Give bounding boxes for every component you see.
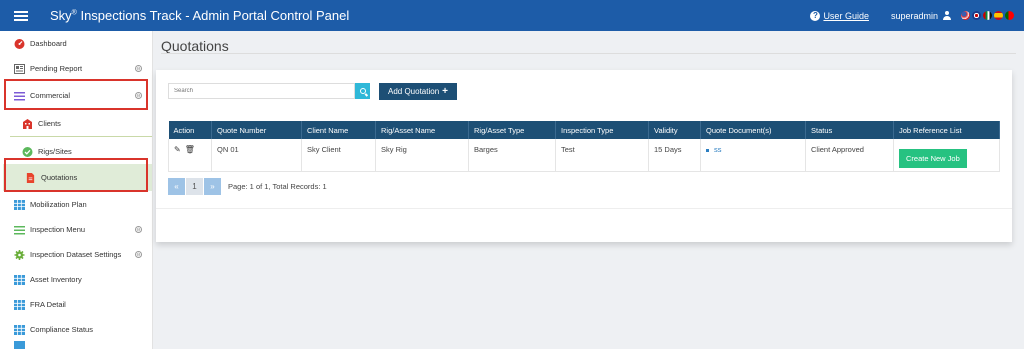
grid-icon bbox=[14, 199, 25, 210]
plus-icon: + bbox=[442, 86, 448, 97]
grid-icon bbox=[14, 274, 25, 285]
grid-icon bbox=[14, 299, 25, 310]
sidebar-item-asset-inventory[interactable]: Asset Inventory bbox=[0, 267, 152, 292]
menu-lines-icon bbox=[14, 225, 25, 234]
pagination: « 1 » Page: 1 of 1, Total Records: 1 bbox=[168, 178, 327, 195]
flag-pt-icon[interactable] bbox=[1005, 11, 1014, 20]
create-new-job-button[interactable]: Create New Job bbox=[899, 149, 967, 168]
quote-number-cell: QN 01 bbox=[211, 139, 302, 172]
validity-cell: 15 Days bbox=[648, 139, 701, 172]
sidebar-item-fra-detail[interactable]: FRA Detail bbox=[0, 292, 152, 317]
sidebar-item-label: Inspection Menu bbox=[30, 225, 86, 234]
sidebar-item-mobilization-plan[interactable]: Mobilization Plan bbox=[0, 192, 152, 217]
highlight-box-commercial bbox=[4, 79, 148, 110]
add-quotation-label: Add Quotation bbox=[388, 87, 440, 96]
job-reference-cell: Create New Job bbox=[893, 139, 1000, 172]
search-input[interactable] bbox=[168, 83, 355, 99]
add-quotation-button[interactable]: Add Quotation + bbox=[379, 83, 457, 100]
sidebar-item-pending-report[interactable]: Pending Report ⊖ bbox=[0, 56, 152, 81]
column-header[interactable]: Client Name bbox=[301, 121, 376, 139]
sidebar-item-clients[interactable]: Clients bbox=[0, 111, 152, 136]
inspection-type-cell: Test bbox=[555, 139, 649, 172]
column-header[interactable]: Validity bbox=[648, 121, 701, 139]
column-header[interactable]: Quote Number bbox=[211, 121, 302, 139]
flag-uk-icon[interactable] bbox=[972, 11, 981, 20]
sidebar-item-inspection-dataset-settings[interactable]: Inspection Dataset Settings ⊖ bbox=[0, 242, 152, 267]
quote-document-cell: ss bbox=[700, 139, 806, 172]
column-header[interactable]: Action bbox=[168, 121, 212, 139]
sidebar-divider bbox=[10, 136, 152, 137]
sidebar-item-inspection-menu[interactable]: Inspection Menu ⊖ bbox=[0, 217, 152, 242]
table-row: ✎ 🗑 QN 01 Sky Client Sky Rig Barges Test … bbox=[168, 139, 1000, 172]
sidebar-item-label: Pending Report bbox=[30, 64, 83, 73]
column-header[interactable]: Status bbox=[805, 121, 894, 139]
rig-type-cell: Barges bbox=[468, 139, 556, 172]
flag-ae-icon[interactable] bbox=[983, 11, 992, 20]
grid-icon bbox=[14, 341, 25, 349]
sidebar-item-label: Clients bbox=[38, 119, 61, 128]
table-header-row: Action Quote Number Client Name Rig/Asse… bbox=[168, 121, 1000, 139]
title-divider bbox=[161, 53, 1016, 54]
client-name-cell: Sky Client bbox=[301, 139, 376, 172]
username-label[interactable]: superadmin bbox=[891, 11, 938, 21]
document-link[interactable]: ss bbox=[714, 145, 722, 154]
app-title: Sky® Inspections Track - Admin Portal Co… bbox=[50, 8, 350, 23]
user-guide-link[interactable]: User Guide bbox=[823, 11, 869, 21]
pagination-info: Page: 1 of 1, Total Records: 1 bbox=[228, 182, 327, 191]
prev-page-button[interactable]: « bbox=[168, 178, 185, 195]
current-page-button[interactable]: 1 bbox=[186, 178, 203, 195]
sidebar-item-label: Rigs/Sites bbox=[38, 147, 72, 156]
delete-trash-icon[interactable]: 🗑 bbox=[185, 145, 195, 154]
sidebar-item-label: Compliance Status bbox=[30, 325, 93, 334]
column-header[interactable]: Rig/Asset Name bbox=[375, 121, 469, 139]
column-header[interactable]: Inspection Type bbox=[555, 121, 649, 139]
bullet-icon bbox=[706, 148, 709, 152]
check-circle-icon bbox=[22, 146, 33, 157]
sidebar-item-label: FRA Detail bbox=[30, 300, 66, 309]
collapse-icon[interactable]: ⊖ bbox=[135, 226, 142, 233]
sidebar-item-label: Inspection Dataset Settings bbox=[30, 250, 122, 259]
column-header[interactable]: Rig/Asset Type bbox=[468, 121, 556, 139]
action-cell: ✎ 🗑 bbox=[168, 139, 212, 172]
next-page-button[interactable]: » bbox=[204, 178, 221, 195]
rig-name-cell: Sky Rig bbox=[375, 139, 469, 172]
quotations-panel: Add Quotation + Action Quote Number Clie… bbox=[156, 70, 1012, 242]
panel-footer-divider bbox=[156, 208, 1012, 209]
dashboard-icon bbox=[14, 38, 25, 49]
grid-icon bbox=[14, 324, 25, 335]
report-icon bbox=[14, 63, 25, 74]
sidebar-item-label: Mobilization Plan bbox=[30, 200, 87, 209]
gear-icon bbox=[14, 249, 25, 260]
user-icon[interactable] bbox=[943, 11, 951, 20]
help-icon: ? bbox=[810, 10, 821, 21]
collapse-icon[interactable]: ⊖ bbox=[135, 251, 142, 258]
sidebar-item-dashboard[interactable]: Dashboard bbox=[0, 31, 152, 56]
top-navbar: Sky® Inspections Track - Admin Portal Co… bbox=[0, 0, 1024, 31]
sidebar-item-more[interactable] bbox=[0, 341, 152, 349]
flag-us-icon[interactable] bbox=[961, 11, 970, 20]
sidebar-item-label: Asset Inventory bbox=[30, 275, 82, 284]
building-icon bbox=[23, 118, 32, 129]
highlight-box-quotations bbox=[4, 158, 148, 192]
quotations-table: Action Quote Number Client Name Rig/Asse… bbox=[168, 121, 1000, 172]
flag-es-icon[interactable] bbox=[994, 11, 1003, 20]
column-header[interactable]: Job Reference List bbox=[893, 121, 1000, 139]
sidebar-item-label: Dashboard bbox=[30, 39, 67, 48]
search-icon bbox=[359, 88, 366, 94]
status-cell: Client Approved bbox=[805, 139, 894, 172]
column-header[interactable]: Quote Document(s) bbox=[700, 121, 806, 139]
search-button[interactable] bbox=[355, 83, 370, 99]
sidebar-item-compliance-status[interactable]: Compliance Status bbox=[0, 317, 152, 342]
collapse-icon[interactable]: ⊖ bbox=[135, 65, 142, 72]
hamburger-menu-icon[interactable] bbox=[0, 0, 42, 31]
edit-pencil-icon[interactable]: ✎ bbox=[174, 145, 181, 154]
page-title: Quotations bbox=[161, 38, 229, 54]
